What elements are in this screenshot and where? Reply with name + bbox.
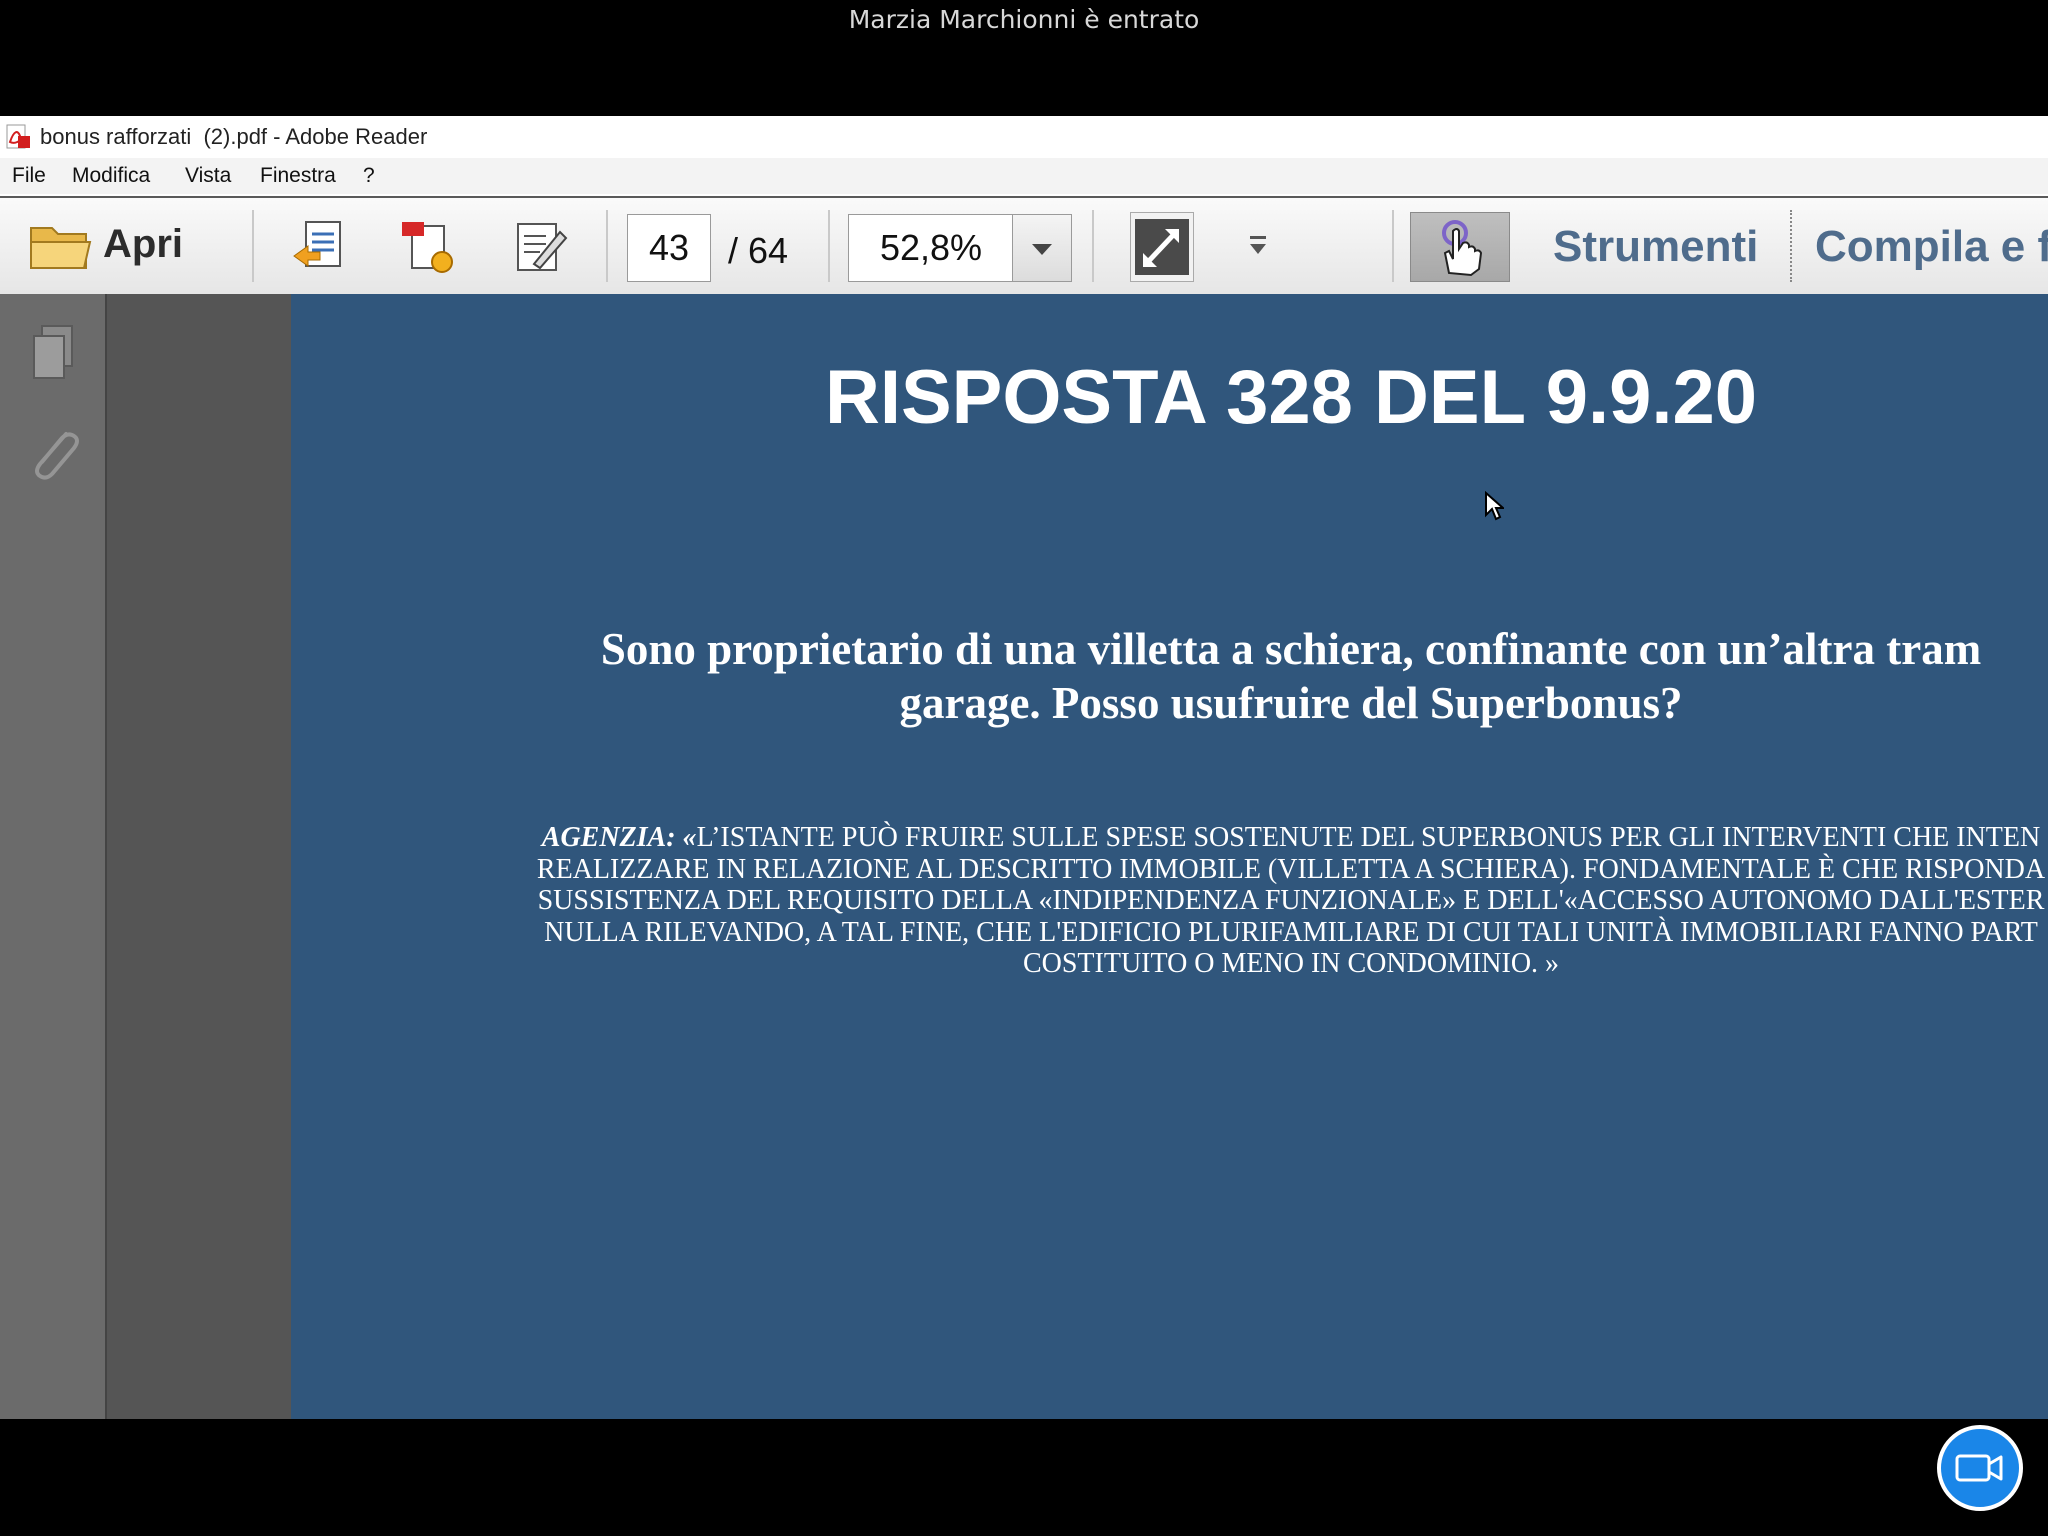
paperclip-icon (35, 432, 79, 480)
pdf-file-icon (6, 124, 30, 149)
attachments-button[interactable] (26, 424, 82, 486)
answer-line: SUSSISTENZA DEL REQUISITO DELLA «INDIPEN… (537, 885, 2045, 916)
video-camera-icon (1955, 1454, 2003, 1482)
menu-modifica[interactable]: Modifica (72, 164, 150, 188)
document-gutter (107, 294, 291, 1419)
menu-file[interactable]: File (12, 164, 46, 188)
answer-line: REALIZZARE IN RELAZIONE AL DESCRITTO IMM… (536, 853, 2046, 885)
adobe-reader-window: bonus rafforzati (2).pdf - Adobe Reader … (0, 116, 2048, 1419)
answer-label: AGENZIA: « (541, 822, 697, 853)
more-options-icon (1250, 236, 1266, 254)
toolbar-separator (252, 210, 254, 282)
hand-tool-button[interactable] (1410, 212, 1510, 282)
answer-line: NULLA RILEVANDO, A TAL FINE, CHE L'EDIFI… (544, 916, 2038, 948)
notification-bar: Marzia Marchionni è entrato (0, 0, 2048, 116)
slide-question: Sono proprietario di una villetta a schi… (291, 622, 2048, 730)
window-title: bonus rafforzati (2).pdf - Adobe Reader (40, 124, 428, 149)
answer-line: AGENZIA: «L’ISTANTE PUÒ FRUIRE SULLE SPE… (291, 822, 2048, 854)
join-notification: Marzia Marchionni è entrato (848, 5, 1200, 34)
answer-text: L’ISTANTE PUÒ FRUIRE SULLE SPESE SOSTENU… (696, 822, 2041, 853)
menu-vista[interactable]: Vista (185, 164, 231, 188)
fill-sign-link[interactable]: Compila e firma (1815, 222, 2048, 272)
toolbar-separator (1392, 210, 1394, 282)
meeting-bottom-bar (0, 1419, 2048, 1536)
mouse-cursor-icon (1485, 491, 1504, 521)
chevron-down-icon (1032, 244, 1052, 255)
menu-finestra[interactable]: Finestra (260, 164, 336, 188)
title-bar: bonus rafforzati (2).pdf - Adobe Reader (0, 116, 2048, 158)
create-pdf-button[interactable] (290, 218, 350, 276)
pages-icon (33, 325, 73, 379)
toolbar-separator (606, 210, 608, 282)
page-number-input[interactable]: 43 (627, 214, 711, 282)
menu-help[interactable]: ? (363, 164, 375, 188)
hand-icon (1442, 220, 1483, 277)
open-button[interactable] (28, 218, 94, 274)
zoom-dropdown-button[interactable] (1012, 214, 1072, 282)
zoom-input[interactable]: 52,8% (848, 214, 1014, 282)
navigation-pane (0, 294, 107, 1419)
export-icon (402, 222, 453, 273)
edit-document-icon (517, 223, 568, 271)
video-camera-button[interactable] (1937, 1425, 2023, 1511)
menu-bar: File Modifica Vista Finestra ? (0, 158, 2048, 194)
question-line: Sono proprietario di una villetta a schi… (600, 624, 1982, 674)
slide-answer: AGENZIA: «L’ISTANTE PUÒ FRUIRE SULLE SPE… (291, 822, 2048, 980)
fit-page-button[interactable] (1130, 212, 1194, 282)
pdf-page: RISPOSTA 328 DEL 9.9.20 Sono proprietari… (291, 294, 2048, 1419)
question-line: garage. Posso usufruire del Superbonus? (899, 678, 1683, 728)
toolbar-separator (1092, 210, 1094, 282)
sign-button[interactable] (510, 218, 570, 276)
page-thumbnails-button[interactable] (28, 322, 78, 384)
toolbar-separator (828, 210, 830, 282)
answer-line: COSTITUITO O MENO IN CONDOMINIO. » (1022, 948, 1560, 979)
export-pdf-button[interactable] (398, 218, 458, 276)
toolbar-separator (1790, 210, 1794, 282)
page-total: / 64 (728, 230, 789, 271)
expand-icon (1135, 219, 1189, 275)
tools-link[interactable]: Strumenti (1553, 222, 1758, 272)
folder-icon (30, 227, 92, 269)
create-document-icon (293, 221, 341, 267)
toolbar-more-button[interactable] (1240, 228, 1276, 264)
slide-title: RISPOSTA 328 DEL 9.9.20 (824, 355, 1758, 440)
toolbar: Apri 43 / 64 52,8% Strumenti Compila e f (0, 196, 2048, 295)
open-label[interactable]: Apri (103, 222, 183, 267)
